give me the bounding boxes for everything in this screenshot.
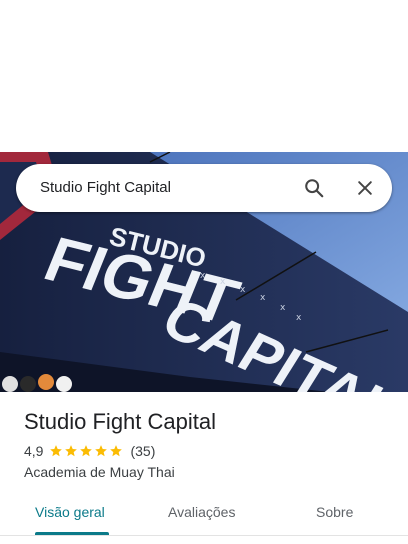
svg-text:x: x [240,285,246,295]
svg-text:x: x [220,277,226,287]
rating-value: 4,9 [24,443,44,459]
close-button[interactable] [349,172,381,204]
star-icon [65,445,78,457]
tab-overview[interactable]: Visão geral [35,504,105,520]
svg-text:x: x [200,271,206,281]
rating-row[interactable]: 4,9 (35) [24,442,394,460]
svg-text:x: x [296,313,302,323]
star-icon [50,445,63,457]
tab-about[interactable]: Sobre [316,504,353,520]
review-count: (35) [130,443,156,459]
star-rating [49,444,124,458]
place-category[interactable]: Academia de Muay Thai [24,463,394,481]
top-empty-area [0,0,408,152]
search-icon [305,179,324,198]
svg-text:x: x [260,293,266,303]
tab-reviews[interactable]: Avaliações [168,504,235,520]
divider [0,535,408,536]
star-icon [80,445,93,457]
star-icon [95,445,108,457]
place-info: Studio Fight Capital 4,9 (35) Academia d… [24,408,394,481]
place-title: Studio Fight Capital [24,409,216,434]
close-icon [358,181,372,195]
star-icon [110,445,123,457]
place-tabs: Visão geral Avaliações Sobre [0,494,408,536]
svg-text:x: x [280,303,286,313]
search-bar[interactable]: Studio Fight Capital [16,164,392,212]
search-button[interactable] [298,172,330,204]
search-input[interactable]: Studio Fight Capital [40,179,171,196]
